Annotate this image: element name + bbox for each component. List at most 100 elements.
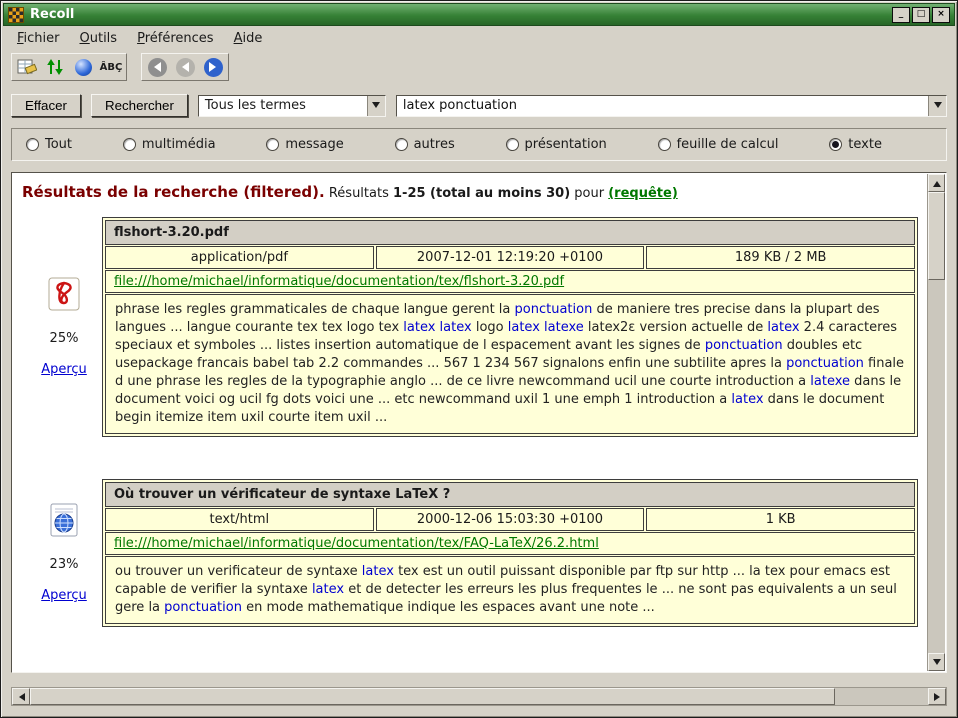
query-details-link[interactable]: (requête) (608, 186, 678, 201)
chevron-down-icon[interactable] (367, 96, 385, 116)
result-title: flshort-3.20.pdf (105, 220, 915, 245)
previous-page-circle (176, 58, 195, 77)
html-file-icon (48, 503, 80, 541)
results-header-connector: pour (570, 186, 608, 201)
result-size: 189 KB / 2 MB (646, 246, 915, 269)
first-page-circle (148, 58, 167, 77)
result-table: flshort-3.20.pdf application/pdf 2007-12… (102, 217, 918, 437)
radio-icon (123, 138, 136, 151)
result-abstract: ou trouver un verificateur de syntaxe la… (105, 556, 915, 624)
window-controls: _ □ × (892, 7, 950, 23)
menu-fichier[interactable]: Fichier (9, 29, 68, 48)
clear-button[interactable]: Effacer (11, 94, 81, 117)
search-button[interactable]: Rechercher (91, 94, 188, 117)
result-url-link[interactable]: file:///home/michael/informatique/docume… (114, 536, 599, 551)
clear-search-icon[interactable] (14, 56, 40, 78)
result-meta-row: text/html 2000-12-06 15:03:30 +0100 1 KB (105, 508, 915, 531)
vertical-scrollbar-thumb[interactable] (928, 192, 945, 280)
search-row: Effacer Rechercher Tous les termes (3, 85, 955, 121)
filter-label: Tout (45, 137, 72, 152)
menu-preferences[interactable]: Préférences (129, 29, 221, 48)
radio-icon (658, 138, 671, 151)
result-size: 1 KB (646, 508, 915, 531)
search-query-combobox (396, 95, 947, 117)
relevance-score: 23% (50, 557, 79, 572)
filter-label: feuille de calcul (677, 137, 779, 152)
horizontal-scrollbar-track[interactable] (835, 688, 928, 705)
results-header-title: Résultats de la recherche (filtered). (22, 183, 325, 201)
pdf-file-icon (48, 277, 80, 315)
match-mode-value: Tous les termes (199, 96, 367, 116)
results-viewport: Résultats de la recherche (filtered). Ré… (11, 172, 947, 673)
filter-radio-presentation[interactable]: présentation (506, 137, 607, 152)
search-query-input[interactable] (397, 96, 928, 116)
toolbar-group-main: ÂBÇ (11, 53, 127, 81)
result-side-panel: 25% Aperçu (26, 217, 102, 437)
toolbar: ÂBÇ (3, 50, 955, 85)
filter-label: autres (414, 137, 455, 152)
filter-radio-message[interactable]: message (266, 137, 343, 152)
radio-icon (26, 138, 39, 151)
result-title: Où trouver un vérificateur de syntaxe La… (105, 482, 915, 507)
result-date: 2000-12-06 15:03:30 +0100 (376, 508, 645, 531)
recoll-window: Recoll _ □ × Fichier Outils Préférences … (0, 0, 958, 718)
toolbar-group-nav (141, 53, 229, 81)
query-sphere-icon[interactable] (70, 56, 96, 78)
results-range: 1-25 (total au moins 30) (393, 186, 570, 201)
maximize-icon[interactable]: □ (912, 7, 930, 23)
relevance-score: 25% (50, 331, 79, 346)
vertical-scrollbar-track[interactable] (928, 280, 945, 653)
menu-outils[interactable]: Outils (72, 29, 126, 48)
chevron-down-icon[interactable] (928, 96, 946, 116)
result-url-row: file:///home/michael/informatique/docume… (105, 532, 915, 555)
preview-link[interactable]: Aperçu (41, 588, 87, 603)
scroll-up-icon[interactable] (928, 174, 945, 192)
next-page-icon[interactable] (200, 56, 226, 78)
result-mime: text/html (105, 508, 374, 531)
result-table: Où trouver un vérificateur de syntaxe La… (102, 479, 918, 627)
scroll-right-icon[interactable] (928, 688, 946, 705)
filter-label: message (285, 137, 343, 152)
blue-sphere-icon (75, 59, 92, 76)
first-page-icon[interactable] (144, 56, 170, 78)
scroll-left-icon[interactable] (12, 688, 30, 705)
preview-link[interactable]: Aperçu (41, 362, 87, 377)
vertical-scrollbar[interactable] (927, 174, 945, 671)
horizontal-scrollbar-thumb[interactable] (30, 688, 835, 705)
match-mode-combobox[interactable]: Tous les termes (198, 95, 386, 117)
results-header-label: Résultats (329, 186, 393, 201)
close-icon[interactable]: × (932, 7, 950, 23)
radio-icon (395, 138, 408, 151)
filter-radio-tout[interactable]: Tout (26, 137, 72, 152)
result-url-link[interactable]: file:///home/michael/informatique/docume… (114, 274, 564, 289)
term-explorer-icon[interactable]: ÂBÇ (98, 56, 124, 78)
term-explorer-label: ÂBÇ (100, 62, 123, 73)
result-url-row: file:///home/michael/informatique/docume… (105, 270, 915, 293)
filter-label: présentation (525, 137, 607, 152)
sort-by-dates-icon[interactable] (42, 56, 68, 78)
previous-page-icon[interactable] (172, 56, 198, 78)
results-list: Résultats de la recherche (filtered). Ré… (12, 173, 928, 672)
radio-icon (506, 138, 519, 151)
radio-icon (266, 138, 279, 151)
result-row: 25% Aperçu flshort-3.20.pdf application/… (26, 217, 918, 437)
filter-label: multimédia (142, 137, 216, 152)
filter-radio-multimedia[interactable]: multimédia (123, 137, 216, 152)
filter-radio-feuille-de-calcul[interactable]: feuille de calcul (658, 137, 779, 152)
result-meta-row: application/pdf 2007-12-01 12:19:20 +010… (105, 246, 915, 269)
window-title: Recoll (30, 7, 74, 22)
result-side-panel: 23% Aperçu (26, 479, 102, 627)
menubar: Fichier Outils Préférences Aide (3, 26, 955, 50)
filter-radio-autres[interactable]: autres (395, 137, 455, 152)
result-mime: application/pdf (105, 246, 374, 269)
result-abstract: phrase les regles grammaticales de chaqu… (105, 294, 915, 434)
results-header: Résultats de la recherche (filtered). Ré… (22, 183, 924, 201)
result-row: 23% Aperçu Où trouver un vérificateur de… (26, 479, 918, 627)
filter-radio-texte[interactable]: texte (829, 137, 882, 152)
minimize-icon[interactable]: _ (892, 7, 910, 23)
titlebar: Recoll _ □ × (3, 3, 955, 26)
result-date: 2007-12-01 12:19:20 +0100 (376, 246, 645, 269)
scroll-down-icon[interactable] (928, 653, 945, 671)
horizontal-scrollbar[interactable] (11, 687, 947, 706)
menu-aide[interactable]: Aide (226, 29, 271, 48)
